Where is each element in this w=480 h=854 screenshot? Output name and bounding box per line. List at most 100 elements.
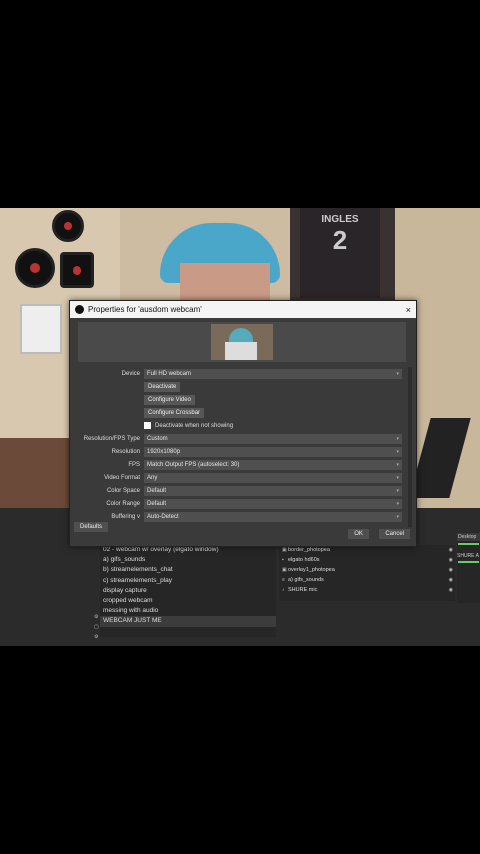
resolution-label: Resolution [111, 448, 140, 455]
vinyl-record-3 [60, 252, 94, 288]
volume-meter [458, 543, 479, 545]
left-dock [0, 535, 98, 645]
scene-item[interactable]: b) streamelements_chat [100, 565, 276, 575]
resolution-row: Resolution 1920x1080p ▾ [70, 445, 416, 458]
fps-row: FPS Match Output FPS (autoselect: 30) ▾ [70, 458, 416, 471]
stop-icon[interactable]: ▢ [94, 624, 99, 630]
configure-video-button[interactable]: Configure Video [144, 394, 195, 405]
checkbox-box[interactable] [144, 422, 151, 429]
scene-item[interactable]: messing with audio [100, 606, 276, 616]
deactivate-checkbox-row: Deactivate when not showing [70, 419, 416, 432]
vinyl-record-2 [15, 248, 55, 288]
resolution-select[interactable]: 1920x1080p ▾ [144, 446, 402, 457]
fps-value: Match Output FPS (autoselect: 30) [147, 461, 240, 468]
buffering-label: Buffering v [111, 513, 140, 520]
mixer-channel-desktop: Desktop [457, 533, 480, 541]
color-space-row: Color Space Default ▾ [70, 484, 416, 497]
video-format-label: Video Format [104, 474, 140, 481]
dialog-scrollbar[interactable] [408, 367, 412, 527]
source-item[interactable]: ≡ a) gifs_sounds ◉ [279, 575, 455, 585]
volume-meter-2 [458, 561, 479, 563]
scene-item[interactable]: display capture [100, 586, 276, 596]
obs-logo-icon [75, 305, 84, 314]
gear-icon[interactable]: ⚙ [94, 614, 98, 620]
fps-select[interactable]: Match Output FPS (autoselect: 30) ▾ [144, 459, 402, 470]
source-item[interactable]: ▣ overlay1_photopea ◉ [279, 565, 455, 575]
scenes-list: 02 - webcam w/ overlay (elgato window) a… [100, 545, 276, 637]
chevron-down-icon: ▾ [396, 370, 399, 377]
configure-crossbar-button[interactable]: Configure Crossbar [144, 407, 205, 418]
cancel-button[interactable]: Cancel [379, 529, 410, 539]
visibility-icon[interactable]: ◉ [449, 545, 453, 555]
buffering-value: Auto-Detect [147, 513, 179, 520]
color-range-row: Color Range Default ▾ [70, 497, 416, 510]
scene-item[interactable]: c) streamelements_play [100, 576, 276, 586]
close-icon[interactable]: × [406, 305, 411, 315]
properties-dialog: Properties for 'ausdom webcam' × Device … [69, 300, 417, 547]
framed-jersey: INGLES 2 [300, 208, 380, 298]
dialog-title: Properties for 'ausdom webcam' [88, 305, 202, 314]
color-range-value: Default [147, 500, 167, 507]
video-format-row: Video Format Any ▾ [70, 471, 416, 484]
configure-crossbar-row: Configure Crossbar [70, 406, 416, 419]
checkbox-label: Deactivate when not showing [155, 422, 234, 429]
resolution-type-row: Resolution/FPS Type Custom ▾ [70, 432, 416, 445]
visibility-icon[interactable]: ◉ [449, 555, 453, 565]
scene-item[interactable]: cropped webcam [100, 596, 276, 606]
dialog-actions: OK Cancel [342, 522, 410, 540]
deactivate-when-not-showing-checkbox[interactable]: Deactivate when not showing [144, 422, 233, 429]
properties-form: Device Full HD webcam ▾ Deactivate Config… [70, 367, 416, 523]
chevron-down-icon: ▾ [396, 487, 399, 494]
source-label: SHURE mic [288, 587, 318, 593]
dialog-footer: Defaults OK Cancel [74, 522, 410, 540]
video-format-value: Any [147, 474, 158, 481]
sources-list: ▣ border_photopea ◉ ▪ elgato hd60s ◉ ▣ overla… [279, 545, 455, 601]
chevron-down-icon: ▾ [396, 461, 399, 468]
source-label: elgato hd60s [288, 557, 320, 563]
ok-button[interactable]: OK [348, 529, 369, 539]
defaults-button[interactable]: Defaults [74, 522, 109, 532]
source-label: overlay1_photopea [288, 567, 335, 573]
chevron-down-icon: ▾ [396, 513, 399, 520]
device-row: Device Full HD webcam ▾ [70, 367, 416, 380]
resolution-value: 1920x1080p [147, 448, 181, 455]
resolution-type-value: Custom [147, 435, 168, 442]
source-item[interactable]: ♪ SHURE mic ◉ [279, 585, 455, 595]
vinyl-record-1 [52, 210, 84, 242]
jersey-number: 2 [332, 225, 348, 255]
deactivate-button[interactable]: Deactivate [144, 381, 181, 392]
color-space-label: Color Space [106, 487, 140, 494]
source-label: a) gifs_sounds [288, 577, 324, 583]
wall-poster [20, 304, 62, 354]
visibility-icon[interactable]: ◉ [449, 585, 453, 595]
chevron-down-icon: ▾ [396, 500, 399, 507]
jersey-text: INGLES [321, 214, 359, 225]
dialog-titlebar: Properties for 'ausdom webcam' × [70, 301, 416, 318]
gear-icon-2[interactable]: ⚙ [94, 634, 98, 640]
webcam-preview [211, 324, 273, 360]
video-format-select[interactable]: Any ▾ [144, 472, 402, 483]
scene-item[interactable]: a) gifs_sounds [100, 555, 276, 565]
color-space-select[interactable]: Default ▾ [144, 485, 402, 496]
deactivate-row: Deactivate [70, 380, 416, 393]
device-value: Full HD webcam [147, 370, 192, 377]
source-item[interactable]: ▪ elgato hd60s ◉ [279, 555, 455, 565]
device-select[interactable]: Full HD webcam ▾ [144, 368, 402, 379]
fps-label: FPS [128, 461, 140, 468]
mixer-channel-mic: SHURE A [457, 553, 479, 559]
device-label: Device [121, 370, 140, 377]
resolution-type-label: Resolution/FPS Type [83, 435, 140, 442]
visibility-icon[interactable]: ◉ [449, 575, 453, 585]
resolution-type-select[interactable]: Custom ▾ [144, 433, 402, 444]
chevron-down-icon: ▾ [396, 474, 399, 481]
buffering-select[interactable]: Auto-Detect ▾ [144, 511, 402, 522]
color-space-value: Default [147, 487, 167, 494]
chevron-down-icon: ▾ [396, 448, 399, 455]
preview-area [78, 322, 406, 362]
audio-mixer: Desktop SHURE A [457, 533, 480, 603]
chevron-down-icon: ▾ [396, 435, 399, 442]
color-range-label: Color Range [106, 500, 140, 507]
visibility-icon[interactable]: ◉ [449, 565, 453, 575]
color-range-select[interactable]: Default ▾ [144, 498, 402, 509]
scene-item-selected[interactable]: WEBCAM JUST ME [100, 616, 276, 627]
